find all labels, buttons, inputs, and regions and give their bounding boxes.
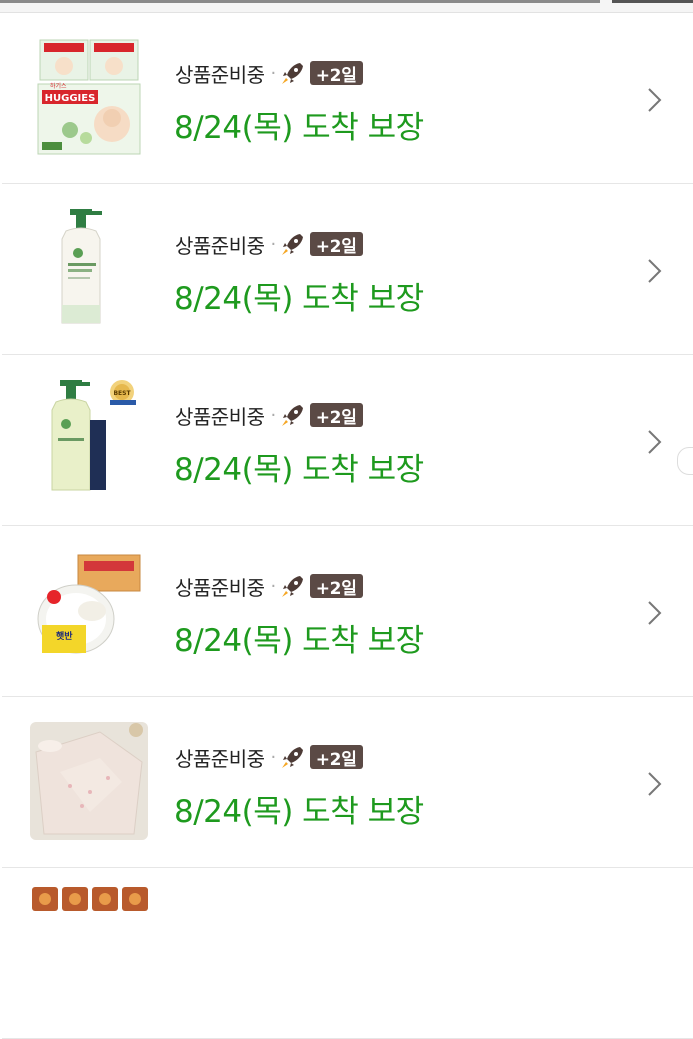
rocket-icon [281, 576, 303, 597]
order-status: 상품준비중 · +2일 [175, 743, 363, 771]
separator-dot: · [270, 62, 277, 84]
extra-days-badge: +2일 [309, 574, 363, 599]
huggies-kr-text: 하기스 [50, 82, 67, 90]
order-item-partial[interactable] [2, 868, 693, 1039]
scroll-indicator [0, 0, 600, 3]
best-badge-text: BEST [113, 390, 131, 397]
product-thumbnail-lotion[interactable] [30, 209, 148, 327]
product-thumbnail-partial[interactable] [32, 881, 150, 911]
product-thumbnail-baby-wash[interactable]: BEST [30, 380, 148, 498]
chevron-right-icon[interactable] [644, 429, 664, 455]
separator-dot: · [270, 746, 277, 768]
order-status: 상품준비중 · +2일 [175, 230, 363, 258]
status-label: 상품준비중 [175, 746, 265, 771]
huggies-brand-text: HUGGIES [45, 93, 96, 104]
rocket-icon [281, 234, 303, 255]
chevron-right-icon[interactable] [644, 771, 664, 797]
order-item[interactable]: BEST 상품준비중 · +2일 8/24(목) 도착 보장 [2, 355, 693, 526]
delivery-guarantee: 8/24(목) 도착 보장 [174, 452, 424, 488]
top-scroll-edge [0, 0, 693, 13]
extra-days-badge: +2일 [309, 745, 363, 770]
order-item[interactable]: HUGGIES 하기스 상품준비중 · +2일 8/24(목) 도착 보장 [2, 13, 693, 184]
status-label: 상품준비중 [175, 62, 265, 87]
status-label: 상품준비중 [175, 404, 265, 429]
order-status: 상품준비중 · +2일 [175, 59, 363, 87]
rocket-icon [281, 405, 303, 426]
extra-days-badge: +2일 [309, 403, 363, 428]
rocket-icon [281, 63, 303, 84]
order-item[interactable]: 상품준비중 · +2일 8/24(목) 도착 보장 [2, 184, 693, 355]
order-item[interactable]: 상품준비중 · +2일 8/24(목) 도착 보장 [2, 697, 693, 868]
product-thumbnail-huggies[interactable]: HUGGIES 하기스 [30, 38, 148, 156]
extra-days-badge: +2일 [309, 61, 363, 86]
product-thumbnail-blanket[interactable] [30, 722, 148, 840]
rice-label-text: 햇반 [56, 630, 73, 642]
order-item[interactable]: 햇반 상품준비중 · +2일 8/24(목) 도착 보장 [2, 526, 693, 697]
status-label: 상품준비중 [175, 575, 265, 600]
extra-days-badge: +2일 [309, 232, 363, 257]
status-label: 상품준비중 [175, 233, 265, 258]
separator-dot: · [270, 233, 277, 255]
scroll-indicator-right [612, 0, 693, 3]
order-status: 상품준비중 · +2일 [175, 401, 363, 429]
delivery-guarantee: 8/24(목) 도착 보장 [174, 623, 424, 659]
delivery-guarantee: 8/24(목) 도착 보장 [174, 281, 424, 317]
chevron-right-icon[interactable] [644, 87, 664, 113]
delivery-guarantee: 8/24(목) 도착 보장 [174, 110, 424, 146]
rocket-icon [281, 747, 303, 768]
chevron-right-icon[interactable] [644, 258, 664, 284]
delivery-guarantee: 8/24(목) 도착 보장 [174, 794, 424, 830]
separator-dot: · [270, 404, 277, 426]
order-item-list: HUGGIES 하기스 상품준비중 · +2일 8/24(목) 도착 보장 상품… [2, 13, 693, 1039]
product-thumbnail-rice[interactable]: 햇반 [30, 551, 148, 669]
side-scroll-handle[interactable] [677, 447, 693, 475]
chevron-right-icon[interactable] [644, 600, 664, 626]
separator-dot: · [270, 575, 277, 597]
order-status: 상품준비중 · +2일 [175, 572, 363, 600]
